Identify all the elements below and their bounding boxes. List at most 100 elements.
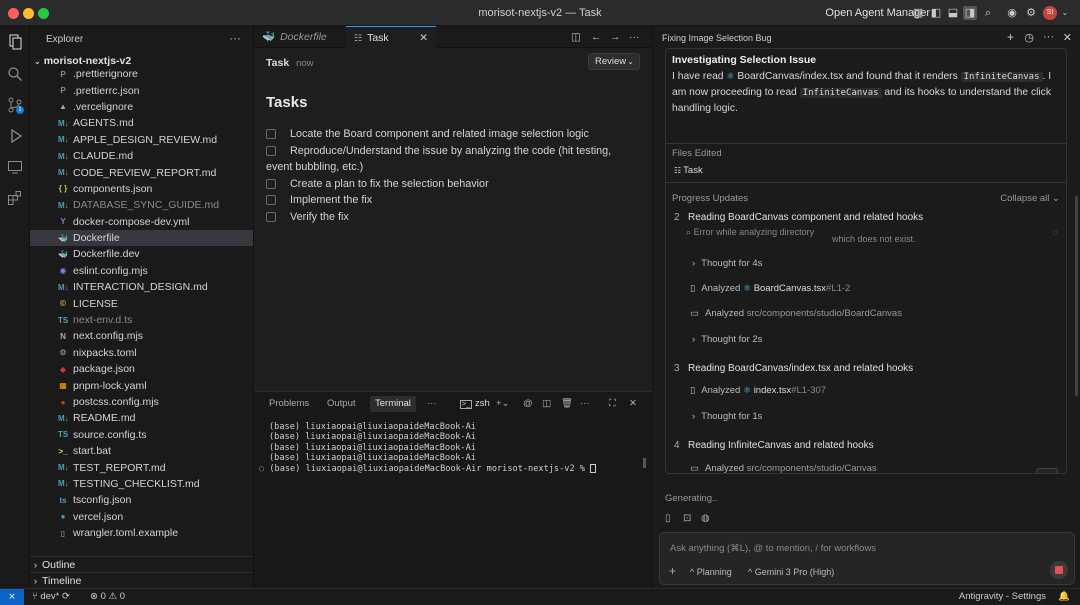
file-item[interactable]: M↓ README.md xyxy=(30,410,253,426)
problems-indicator[interactable]: ⊗ 0 ⚠ 0 xyxy=(90,591,125,602)
file-item[interactable]: ● vercel.json xyxy=(30,509,253,525)
file-item[interactable]: TS source.config.ts xyxy=(30,427,253,443)
search-icon[interactable] xyxy=(7,66,23,82)
mention-icon[interactable]: @ xyxy=(518,396,538,412)
branch-indicator[interactable]: ⑂ dev* ⟳ xyxy=(32,591,70,602)
add-icon[interactable]: + xyxy=(1007,30,1014,44)
tab-output[interactable]: Output xyxy=(322,396,361,412)
file-item[interactable]: ▦ pnpm-lock.yaml xyxy=(30,377,253,393)
explorer-icon[interactable] xyxy=(7,34,23,50)
source-control-icon[interactable]: 1 xyxy=(7,97,24,114)
thought-3[interactable]: › Thought for 1s xyxy=(692,411,762,422)
file-item[interactable]: TS next-env.d.ts xyxy=(30,312,253,328)
tab-dockerfile[interactable]: 🐳 Dockerfile xyxy=(254,26,346,48)
analyzed-3[interactable]: ▯ Analyzed ⚛ index.tsx#L1-307 xyxy=(690,385,826,396)
browser-icon[interactable]: ◍ xyxy=(701,513,710,524)
file-item[interactable]: M↓ TESTING_CHECKLIST.md xyxy=(30,476,253,492)
agent-scrollbar[interactable] xyxy=(1075,196,1078,396)
step-3[interactable]: 3 Reading BoardCanvas/index.tsx and relat… xyxy=(674,363,913,374)
task-checkbox[interactable] xyxy=(266,178,276,189)
more-icon[interactable]: ··· xyxy=(229,31,241,45)
tab-problems[interactable]: Problems xyxy=(264,396,314,412)
close-icon[interactable]: ✕ xyxy=(1063,31,1072,44)
layout-icon[interactable]: ▥ xyxy=(911,6,925,20)
toggle-panel-icon[interactable]: ⬓ xyxy=(946,6,960,20)
avatar[interactable]: SI xyxy=(1043,6,1057,20)
file-icon[interactable]: ▯ xyxy=(665,513,671,524)
file-item[interactable]: { } components.json xyxy=(30,181,253,197)
terminal-output[interactable]: (base) liuxiaopai@liuxiaopaideMacBook-Ai… xyxy=(259,422,597,474)
back-icon[interactable]: ← xyxy=(591,26,602,48)
forward-icon[interactable]: → xyxy=(610,26,621,48)
file-link[interactable]: BoardCanvas/index.tsx xyxy=(737,71,843,82)
file-item[interactable]: ◆ package.json xyxy=(30,361,253,377)
close-icon[interactable]: ✕ xyxy=(419,27,428,49)
collapse-all-button[interactable]: Collapse all ⌄ xyxy=(1000,193,1060,204)
model-selector[interactable]: ^ Gemini 3 Pro (High) xyxy=(748,567,834,577)
tab-task[interactable]: ☷ Task ✕ xyxy=(346,26,436,48)
file-item[interactable]: ● postcss.config.mjs xyxy=(30,394,253,410)
chat-input[interactable]: Ask anything (⌘L), @ to mention, / for w… xyxy=(670,543,876,554)
terminal-icon[interactable]: ⊡ xyxy=(683,513,691,524)
file-item[interactable]: Nnext.config.mjs xyxy=(30,328,253,344)
run-debug-icon[interactable] xyxy=(7,128,23,144)
file-item[interactable]: © LICENSE xyxy=(30,295,253,311)
file-item[interactable]: 🐳 Dockerfile xyxy=(30,229,253,247)
file-item[interactable]: P .prettierignore xyxy=(30,66,253,82)
file-item[interactable]: M↓ DATABASE_SYNC_GUIDE.md xyxy=(30,197,253,213)
settings-link[interactable]: Antigravity - Settings xyxy=(959,591,1046,602)
history-icon[interactable]: ◷ xyxy=(1024,31,1034,44)
terminal-shell[interactable]: >_ zsh xyxy=(455,396,495,412)
outline-section[interactable]: › Outline xyxy=(30,556,253,572)
step-2[interactable]: 2 Reading BoardCanvas component and relat… xyxy=(674,212,923,223)
gear-icon[interactable]: ⚙ xyxy=(1024,6,1038,20)
task-checkbox[interactable] xyxy=(266,211,276,222)
remote-explorer-icon[interactable] xyxy=(7,159,23,175)
remote-icon[interactable]: ⨯ xyxy=(0,589,24,605)
file-item[interactable]: M↓ TEST_REPORT.md xyxy=(30,459,253,475)
file-item[interactable]: >_ start.bat xyxy=(30,443,253,459)
split-terminal-icon[interactable]: ◫ xyxy=(537,396,556,412)
task-checkbox[interactable] xyxy=(266,195,276,205)
file-item[interactable]: P .prettierrc.json xyxy=(30,82,253,98)
new-terminal-icon[interactable]: +⌄ xyxy=(491,396,515,412)
more-icon[interactable]: ··· xyxy=(1043,31,1054,43)
file-item[interactable]: ▲ .vercelignore xyxy=(30,99,253,115)
file-item[interactable]: M↓ CLAUDE.md xyxy=(30,148,253,164)
bell-icon[interactable]: 🔔 xyxy=(1058,591,1070,602)
extensions-icon[interactable] xyxy=(7,190,23,206)
chrome-icon[interactable]: ◉ xyxy=(1005,6,1019,20)
toggle-sidebar-icon[interactable]: ◧ xyxy=(929,6,943,20)
task-checkbox[interactable] xyxy=(266,145,276,156)
step-4[interactable]: 4 Reading InfiniteCanvas and related hook… xyxy=(674,440,874,451)
file-item[interactable]: Ydocker-compose-dev.yml xyxy=(30,214,253,230)
analyzed-4[interactable]: ▭ Analyzed src/components/studio/Canvas xyxy=(690,463,877,473)
search-icon[interactable]: ⌕ xyxy=(981,6,995,20)
timeline-section[interactable]: › Timeline xyxy=(30,572,253,588)
thought-1[interactable]: › Thought for 4s xyxy=(692,258,762,269)
analyzed-1[interactable]: ▯ Analyzed ⚛ BoardCanvas.tsx#L1-2 xyxy=(690,283,850,294)
stop-button[interactable] xyxy=(1050,561,1068,579)
chevron-down-icon[interactable]: ⌄ xyxy=(1058,6,1072,20)
file-item[interactable]: M↓ CODE_REVIEW_REPORT.md xyxy=(30,164,253,180)
file-item[interactable]: ⚙ nixpacks.toml xyxy=(30,345,253,361)
split-editor-icon[interactable]: ◫ xyxy=(571,26,581,48)
close-icon[interactable]: ✕ xyxy=(624,396,642,412)
mode-selector[interactable]: ^ Planning xyxy=(690,567,732,577)
file-item[interactable]: ▯ wrangler.toml.example xyxy=(30,525,253,541)
maximize-panel-icon[interactable]: ⛶ xyxy=(604,396,621,412)
file-item[interactable]: ◉ eslint.config.mjs xyxy=(30,263,253,279)
file-item[interactable]: M↓ AGENTS.md xyxy=(30,115,253,131)
file-item[interactable]: M↓ INTERACTION_DESIGN.md xyxy=(30,279,253,295)
toggle-agent-icon[interactable]: ◨ xyxy=(963,6,977,20)
more-icon[interactable]: ··· xyxy=(575,396,595,412)
add-context-icon[interactable]: + xyxy=(669,564,676,578)
file-item[interactable]: ts tsconfig.json xyxy=(30,492,253,508)
analyzed-2[interactable]: ▭ Analyzed src/components/studio/BoardCan… xyxy=(690,308,902,319)
file-item[interactable]: M↓ APPLE_DESIGN_REVIEW.md xyxy=(30,132,253,148)
terminal-scrollbar[interactable] xyxy=(643,458,646,468)
task-checkbox[interactable] xyxy=(266,129,276,139)
file-task-link[interactable]: ☷ Task xyxy=(674,165,703,176)
review-button[interactable]: Review ⌄ xyxy=(588,53,640,70)
scroll-down-button[interactable]: ↓ xyxy=(1036,468,1058,473)
